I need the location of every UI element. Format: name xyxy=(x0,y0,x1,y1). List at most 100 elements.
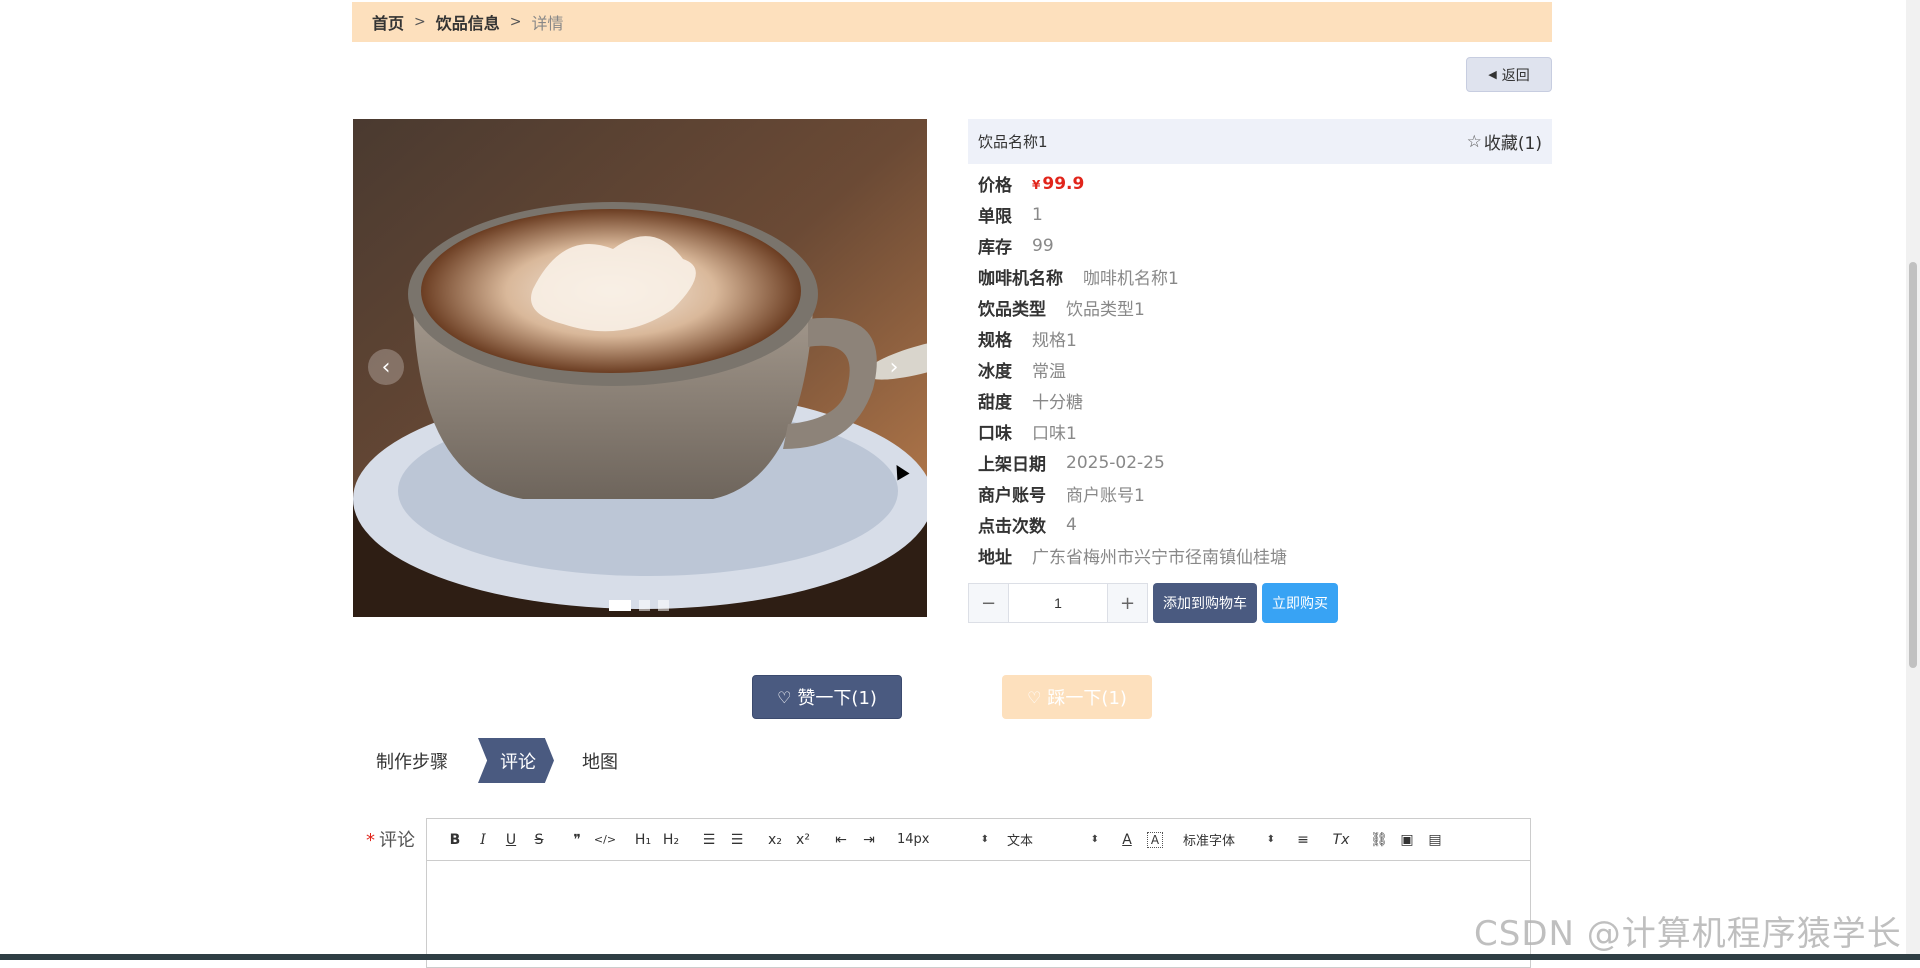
currency-symbol: ¥ xyxy=(1032,177,1041,192)
select-arrow-icon: ⬍ xyxy=(1266,834,1275,845)
add-to-cart-button[interactable]: 添加到购物车 xyxy=(1153,583,1257,623)
like-label: 赞一下(1) xyxy=(797,688,877,709)
attribute-value: 饮品类型1 xyxy=(1066,300,1145,320)
attribute-value: 常温 xyxy=(1032,362,1066,382)
carousel-next-button[interactable]: › xyxy=(876,349,912,385)
attribute-value: 商户账号1 xyxy=(1066,486,1145,506)
attribute-row: 点击次数 4 xyxy=(978,509,1287,540)
tab-steps[interactable]: 制作步骤 xyxy=(376,738,478,783)
attribute-value: 2025-02-25 xyxy=(1066,452,1165,473)
detail-tabs: 制作步骤 评论 地图 xyxy=(352,738,618,783)
price-value: ¥99.9 xyxy=(1032,174,1084,194)
dislike-label: 踩一下(1) xyxy=(1047,688,1127,709)
link-icon[interactable]: ⛓ xyxy=(1365,828,1393,852)
image-icon[interactable]: ▣ xyxy=(1393,828,1421,852)
attribute-value: 广东省梅州市兴宁市径南镇仙桂塘 xyxy=(1032,548,1287,568)
attribute-value: 咖啡机名称1 xyxy=(1083,269,1179,289)
back-button-label: 返回 xyxy=(1501,67,1530,84)
attribute-label: 规格 xyxy=(978,331,1012,351)
outdent-icon[interactable]: ⇤ xyxy=(827,828,855,852)
required-mark: * xyxy=(366,830,375,851)
attribute-row: 上架日期 2025-02-25 xyxy=(978,447,1287,478)
text-format-select[interactable]: 文本 ⬍ xyxy=(1003,830,1103,849)
editor-toolbar: B I U S ❞ </> H₁ H₂ ☰ ☰ x₂ x² ⇤ ⇥ 14px ⬍ … xyxy=(427,819,1530,861)
bullet-list-icon[interactable]: ☰ xyxy=(723,828,751,852)
subscript-button[interactable]: x₂ xyxy=(761,828,789,852)
quantity-stepper: − + xyxy=(968,583,1148,623)
background-color-button[interactable]: A xyxy=(1147,831,1163,848)
font-size-select[interactable]: 14px ⬍ xyxy=(893,832,993,847)
clear-format-button[interactable]: Tx xyxy=(1327,828,1355,852)
attribute-value: 规格1 xyxy=(1032,331,1077,351)
carousel-indicator[interactable] xyxy=(609,600,631,611)
breadcrumb-list[interactable]: 饮品信息 xyxy=(436,10,500,34)
attribute-row-price: 价格 ¥99.9 xyxy=(978,168,1287,199)
ordered-list-icon[interactable]: ☰ xyxy=(695,828,723,852)
attribute-label: 饮品类型 xyxy=(978,300,1046,320)
scrollbar-thumb[interactable] xyxy=(1909,262,1917,668)
attribute-row: 冰度 常温 xyxy=(978,354,1287,385)
attribute-label: 咖啡机名称 xyxy=(978,269,1063,289)
quantity-input[interactable] xyxy=(1009,584,1107,622)
breadcrumb-separator: > xyxy=(414,14,426,30)
select-arrow-icon: ⬍ xyxy=(1090,834,1099,845)
favorite-label: 收藏(1) xyxy=(1483,134,1542,154)
align-icon[interactable]: ≡ xyxy=(1289,828,1317,852)
blockquote-button[interactable]: ❞ xyxy=(563,828,591,852)
product-image-carousel[interactable] xyxy=(353,119,927,617)
attribute-row: 饮品类型 饮品类型1 xyxy=(978,292,1287,323)
thumbs-up-icon: ♡ xyxy=(777,687,792,707)
breadcrumb-current: 详情 xyxy=(531,14,564,33)
font-family-value: 标准字体 xyxy=(1183,834,1236,849)
tab-comments[interactable]: 评论 xyxy=(478,738,554,783)
font-color-button[interactable]: A xyxy=(1113,828,1141,852)
attribute-label: 冰度 xyxy=(978,362,1012,382)
attribute-label: 口味 xyxy=(978,424,1012,444)
editor-content-area[interactable] xyxy=(427,861,1530,967)
quantity-decrease-button[interactable]: − xyxy=(969,584,1009,622)
attribute-value: 十分糖 xyxy=(1032,393,1083,413)
dislike-button[interactable]: ♡ 踩一下(1) xyxy=(1002,675,1152,719)
attribute-label: 点击次数 xyxy=(978,517,1046,537)
star-icon: ☆ xyxy=(1466,131,1482,152)
product-title-bar: 饮品名称1 ☆ 收藏(1) xyxy=(968,119,1552,164)
heading1-button[interactable]: H₁ xyxy=(629,828,657,852)
superscript-button[interactable]: x² xyxy=(789,828,817,852)
attribute-label: 地址 xyxy=(978,548,1012,568)
breadcrumb: 首页 > 饮品信息 > 详情 xyxy=(352,2,1552,42)
comment-editor: B I U S ❞ </> H₁ H₂ ☰ ☰ x₂ x² ⇤ ⇥ 14px ⬍ … xyxy=(426,818,1531,968)
text-format-value: 文本 xyxy=(1007,834,1034,849)
carousel-prev-button[interactable]: ‹ xyxy=(368,349,404,385)
breadcrumb-home[interactable]: 首页 xyxy=(372,10,404,34)
buy-now-button[interactable]: 立即购买 xyxy=(1262,583,1338,623)
attribute-row: 商户账号 商户账号1 xyxy=(978,478,1287,509)
attribute-value: 99 xyxy=(1032,235,1054,256)
attribute-row: 规格 规格1 xyxy=(978,323,1287,354)
bold-button[interactable]: B xyxy=(441,828,469,852)
video-icon[interactable]: ▤ xyxy=(1421,828,1449,852)
heading2-button[interactable]: H₂ xyxy=(657,828,685,852)
breadcrumb-separator: > xyxy=(509,14,522,30)
quantity-increase-button[interactable]: + xyxy=(1107,584,1147,622)
italic-button[interactable]: I xyxy=(469,828,497,852)
attribute-row: 单限 1 xyxy=(978,199,1287,230)
product-name: 饮品名称1 xyxy=(978,133,1048,151)
attribute-value: 4 xyxy=(1066,514,1077,535)
price-amount: 99.9 xyxy=(1042,173,1085,194)
indent-icon[interactable]: ⇥ xyxy=(855,828,883,852)
code-block-button[interactable]: </> xyxy=(591,828,619,852)
strike-button[interactable]: S xyxy=(525,828,553,852)
attribute-row: 库存 99 xyxy=(978,230,1287,261)
favorite-button[interactable]: ☆ 收藏(1) xyxy=(1466,129,1542,155)
underline-button[interactable]: U xyxy=(497,828,525,852)
select-arrow-icon: ⬍ xyxy=(980,834,989,845)
coffee-cup-image xyxy=(353,119,927,617)
carousel-indicator[interactable] xyxy=(658,600,669,611)
carousel-indicator[interactable] xyxy=(639,600,650,611)
attribute-label: 单限 xyxy=(978,207,1012,227)
like-button[interactable]: ♡ 赞一下(1) xyxy=(752,675,902,719)
back-button[interactable]: ◀ 返回 xyxy=(1466,57,1552,92)
attribute-label: 上架日期 xyxy=(978,455,1046,475)
font-family-select[interactable]: 标准字体 ⬍ xyxy=(1179,830,1279,849)
tab-map[interactable]: 地图 xyxy=(582,738,618,783)
